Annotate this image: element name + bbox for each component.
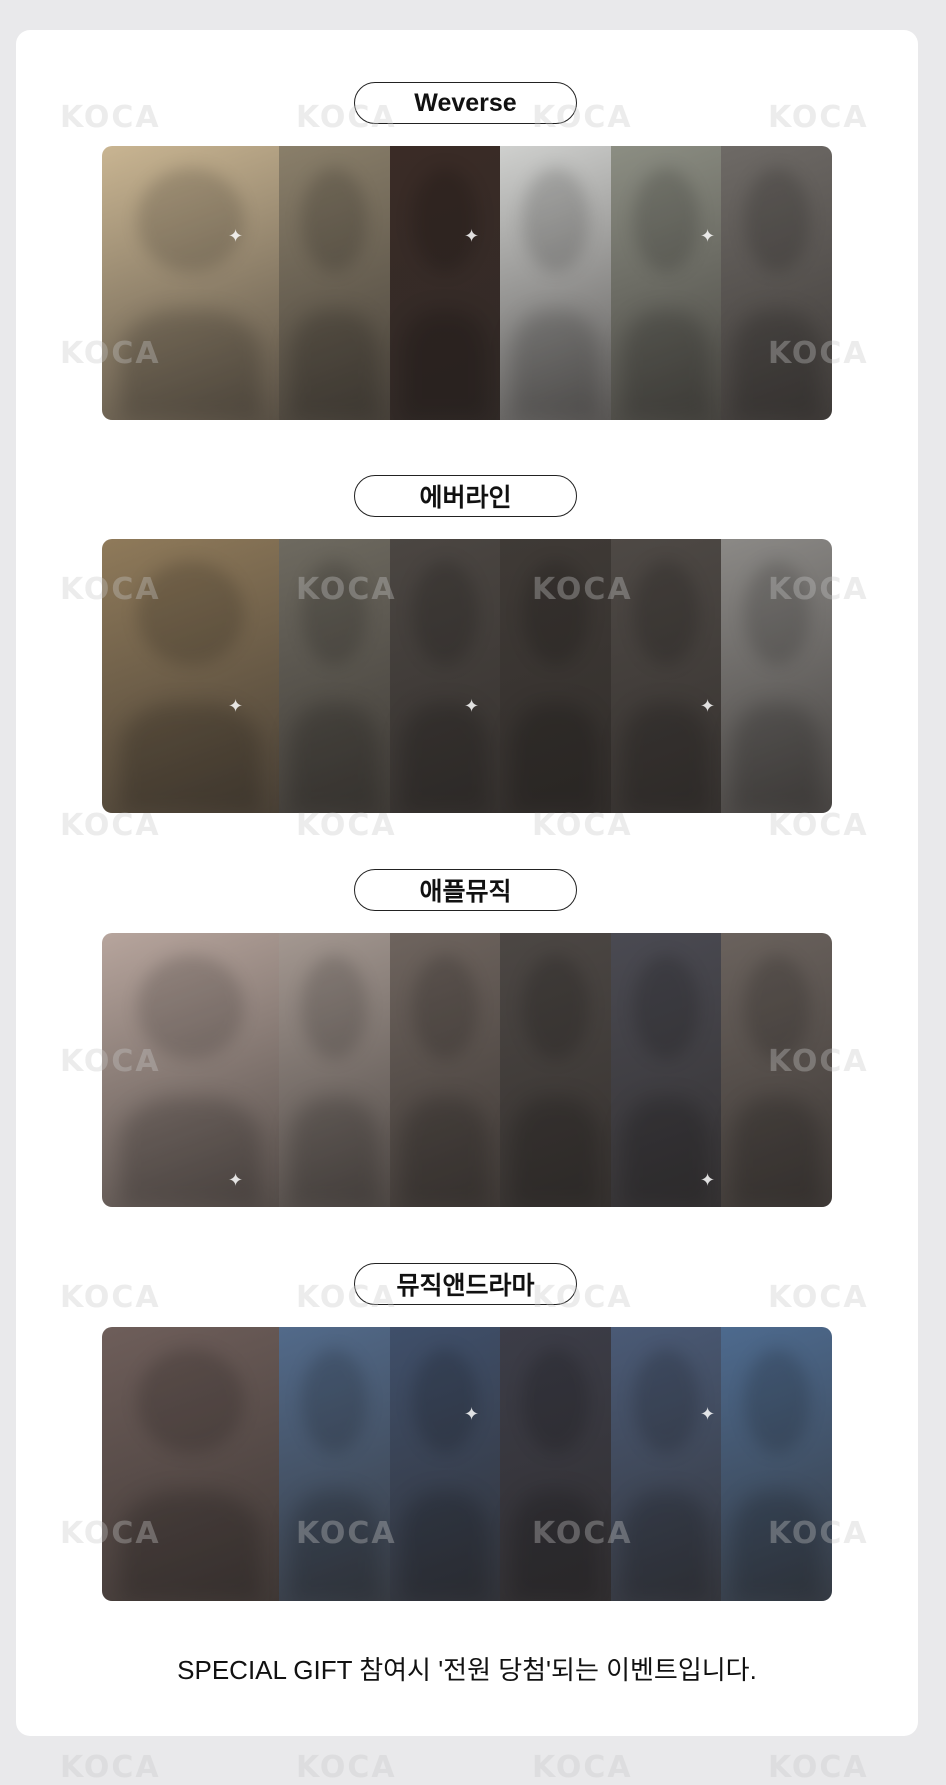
watermark-logo: KOCA [60,1044,161,1079]
photocard-image [610,146,722,420]
section-everline: 에버라인 [16,475,918,815]
photocard-image [389,1327,501,1601]
watermark-logo: KOCA [768,572,869,607]
watermark-logo: KOCA [60,808,161,843]
photocard-image [278,1327,390,1601]
watermark-logo: KOCA [768,336,869,371]
watermark-logo: KOCA [296,1750,397,1785]
section-apple-music: 애플뮤직 [16,869,918,1209]
sparkle-icon: ✦ [464,226,480,246]
watermark-logo: KOCA [768,1516,869,1551]
photo-strip [102,146,832,420]
watermark-logo: KOCA [532,1516,633,1551]
photo-strip [102,933,832,1207]
photocard-image [102,1327,279,1601]
sparkle-icon: ✦ [700,696,716,716]
photocard-image [389,539,501,813]
photocard-image [721,146,832,420]
photocard-image [278,933,390,1207]
photocard-image [389,146,501,420]
watermark-logo: KOCA [296,808,397,843]
photo-strip [102,539,832,813]
photocard-image [500,146,611,420]
photocard-image [610,1327,722,1601]
watermark-logo: KOCA [60,1516,161,1551]
watermark-logo: KOCA [296,1516,397,1551]
sparkle-icon: ✦ [700,1170,716,1190]
watermark-logo: KOCA [60,100,161,135]
watermark-logo: KOCA [532,572,633,607]
photocard-image [610,933,722,1207]
section-title-pill: 에버라인 [354,475,577,517]
watermark-logo: KOCA [60,572,161,607]
watermark-logo: KOCA [532,1280,633,1315]
section-title-pill: 애플뮤직 [354,869,577,911]
sparkle-icon: ✦ [700,226,716,246]
watermark-logo: KOCA [532,808,633,843]
watermark-logo: KOCA [60,1280,161,1315]
watermark-logo: KOCA [296,572,397,607]
watermark-logo: KOCA [60,336,161,371]
event-notice-text: SPECIAL GIFT 참여시 '전원 당첨'되는 이벤트입니다. [177,1655,757,1685]
watermark-logo: KOCA [296,1280,397,1315]
photo-strip [102,1327,832,1601]
photocard-image [102,146,279,420]
watermark-logo: KOCA [60,1750,161,1785]
sparkle-icon: ✦ [464,696,480,716]
watermark-logo: KOCA [768,1750,869,1785]
watermark-logo: KOCA [768,808,869,843]
sparkle-icon: ✦ [228,1170,244,1190]
sparkle-icon: ✦ [464,1404,480,1424]
photocard-image [389,933,501,1207]
sparkle-icon: ✦ [228,696,244,716]
sparkle-icon: ✦ [228,226,244,246]
photocard-image [500,1327,611,1601]
watermark-logo: KOCA [768,100,869,135]
watermark-logo: KOCA [768,1280,869,1315]
watermark-logo: KOCA [532,100,633,135]
photocard-image [500,933,611,1207]
watermark-logo: KOCA [296,100,397,135]
watermark-logo: KOCA [532,1750,633,1785]
sparkle-icon: ✦ [700,1404,716,1424]
watermark-logo: KOCA [768,1044,869,1079]
photocard-image [278,146,390,420]
content-card: Weverse 에버라인 애플뮤직 뮤직앤드라마 SPECIAL GIFT 참여… [16,30,918,1736]
photocard-image [721,1327,832,1601]
